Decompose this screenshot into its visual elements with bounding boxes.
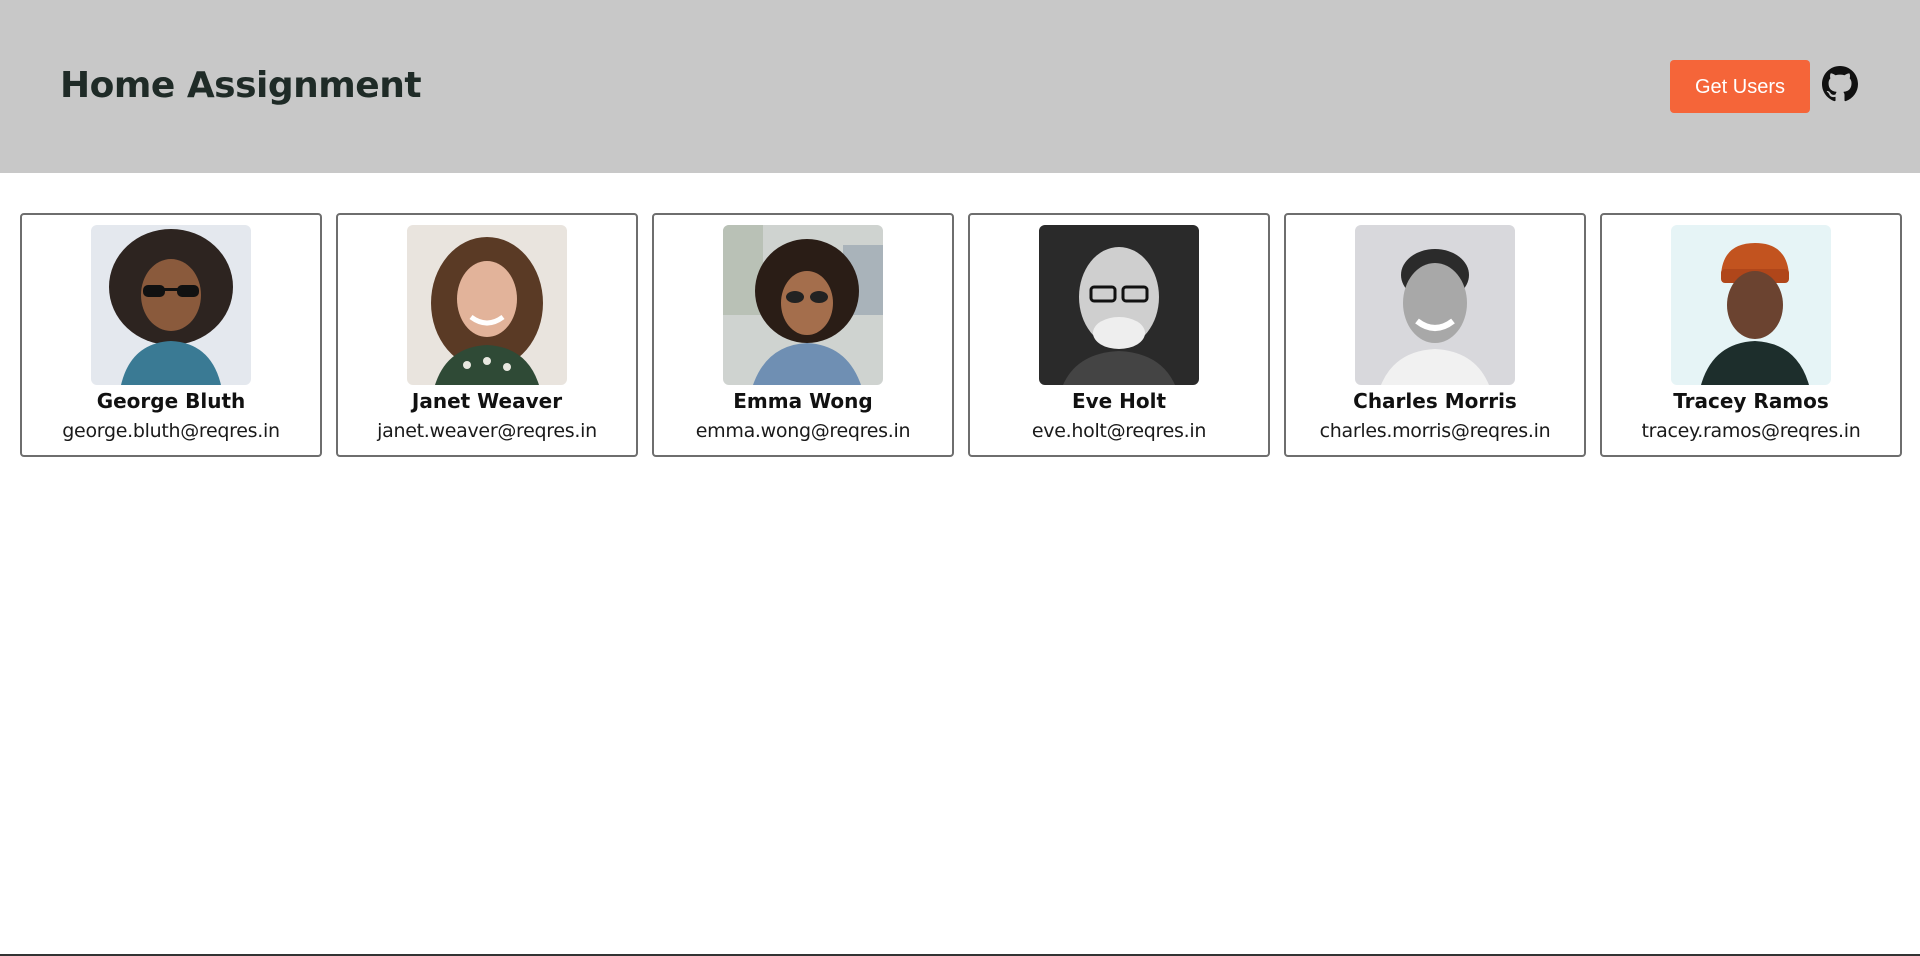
user-card: Eve Holt eve.holt@reqres.in [968, 213, 1270, 457]
user-email: tracey.ramos@reqres.in [1641, 420, 1861, 442]
user-card: Charles Morris charles.morris@reqres.in [1284, 213, 1586, 457]
avatar [1039, 225, 1199, 385]
page: Home Assignment Get Users George Bluth g… [0, 0, 1920, 956]
avatar [1671, 225, 1831, 385]
user-card: George Bluth george.bluth@reqres.in [20, 213, 322, 457]
user-name: Eve Holt [1071, 389, 1167, 413]
user-name: Tracey Ramos [1673, 389, 1829, 413]
user-card-list: George Bluth george.bluth@reqres.in Jane… [20, 213, 1902, 457]
avatar [1355, 225, 1515, 385]
user-card: Janet Weaver janet.weaver@reqres.in [336, 213, 638, 457]
user-name: George Bluth [96, 389, 246, 413]
user-name: Emma Wong [733, 389, 873, 413]
user-card: Emma Wong emma.wong@reqres.in [652, 213, 954, 457]
avatar [723, 225, 883, 385]
user-email: janet.weaver@reqres.in [377, 420, 597, 442]
user-email: george.bluth@reqres.in [62, 420, 280, 442]
page-title: Home Assignment [60, 65, 422, 106]
user-email: charles.morris@reqres.in [1319, 420, 1551, 442]
avatar [407, 225, 567, 385]
user-card: Tracey Ramos tracey.ramos@reqres.in [1600, 213, 1902, 457]
user-name: Charles Morris [1353, 389, 1517, 413]
user-email: eve.holt@reqres.in [1031, 420, 1207, 442]
user-email: emma.wong@reqres.in [695, 420, 911, 442]
github-icon[interactable] [1822, 66, 1858, 102]
avatar [91, 225, 251, 385]
app-header: Home Assignment Get Users [0, 0, 1920, 173]
get-users-button[interactable]: Get Users [1670, 60, 1810, 113]
user-name: Janet Weaver [411, 389, 563, 413]
